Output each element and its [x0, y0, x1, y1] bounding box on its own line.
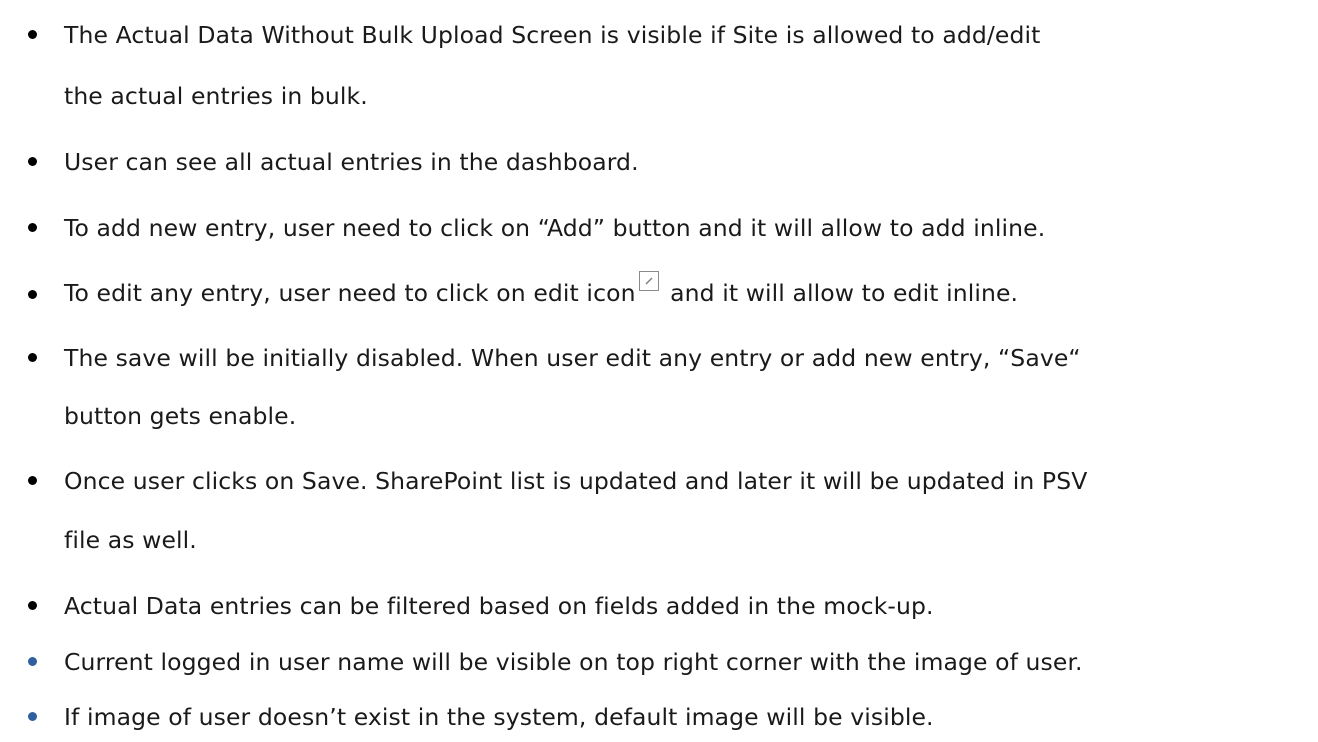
bullet-text-line: Current logged in user name will be visi… [64, 648, 1083, 676]
bullet-text-line: If image of user doesn’t exist in the sy… [64, 703, 934, 731]
bullet-text-line: button gets enable. [64, 402, 297, 430]
bullet-text-line: The Actual Data Without Bulk Upload Scre… [64, 21, 1041, 49]
bullet-dot [28, 290, 37, 299]
bullet-text-line: Once user clicks on Save. SharePoint lis… [64, 467, 1088, 495]
bullet-text-line: The save will be initially disabled. Whe… [64, 344, 1081, 372]
bullet-dot [28, 157, 37, 166]
bullet-text-line: User can see all actual entries in the d… [64, 148, 639, 176]
bullet-text-before-icon: To edit any entry, user need to click on… [64, 279, 636, 307]
bullet-dot [28, 353, 37, 362]
bullet-dot [28, 30, 37, 39]
bullet-text-after-icon: and it will allow to edit inline. [662, 279, 1019, 307]
bullet-dot [28, 223, 37, 232]
edit-pencil-icon [638, 271, 659, 291]
bullet-dot [28, 657, 37, 666]
bullet-text-line: To add new entry, user need to click on … [64, 214, 1046, 242]
bullet-text-line: the actual entries in bulk. [64, 82, 368, 110]
bullet-text-line: Actual Data entries can be filtered base… [64, 592, 934, 620]
bullet-dot [28, 476, 37, 485]
bullet-text-line: file as well. [64, 526, 197, 554]
bullet-dot [28, 712, 37, 721]
bullet-text-line: To edit any entry, user need to click on… [64, 268, 1304, 318]
bullet-dot [28, 601, 37, 610]
